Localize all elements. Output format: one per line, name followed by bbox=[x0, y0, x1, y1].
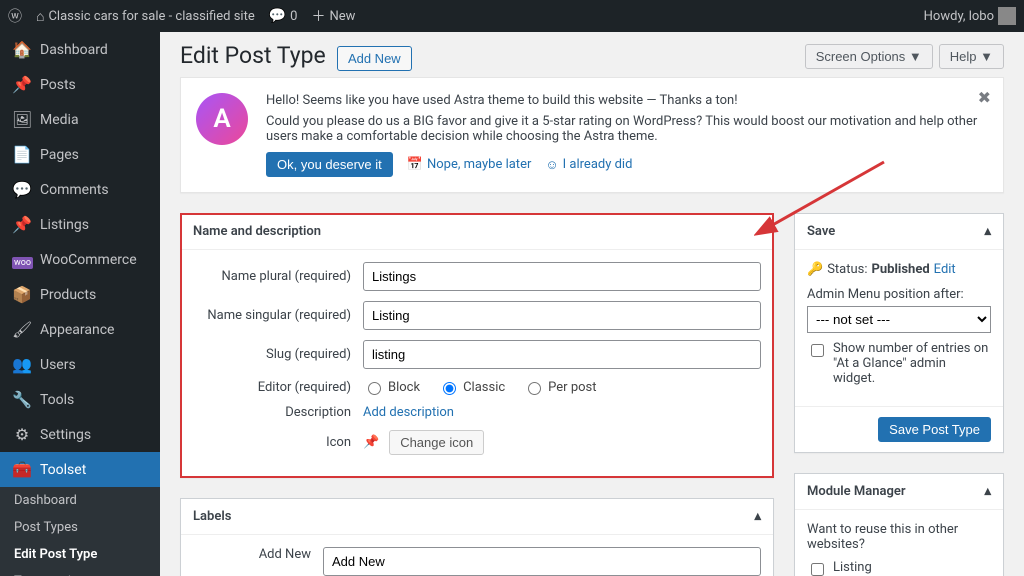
menu-icon: 📌 bbox=[12, 215, 32, 234]
name-description-panel: Name and description Name plural (requir… bbox=[180, 213, 774, 478]
singular-label: Name singular (required) bbox=[193, 308, 363, 323]
sidebar-item-comments[interactable]: 💬Comments bbox=[0, 172, 160, 207]
menu-icon: 🧰 bbox=[12, 460, 32, 479]
admin-bar: ⓦ ⌂Classic cars for sale - classified si… bbox=[0, 0, 1024, 32]
save-post-type-button[interactable]: Save Post Type bbox=[878, 417, 991, 442]
slug-input[interactable] bbox=[363, 340, 761, 369]
submenu-edit-post-type[interactable]: Edit Post Type bbox=[0, 541, 160, 568]
change-icon-button[interactable]: Change icon bbox=[389, 430, 484, 455]
sidebar-item-appearance[interactable]: 🖌Appearance bbox=[0, 312, 160, 347]
toggle-icon[interactable]: ▴ bbox=[754, 509, 761, 524]
editor-radio-block[interactable]: Block bbox=[363, 379, 420, 395]
sidebar-item-tools[interactable]: 🔧Tools bbox=[0, 382, 160, 417]
plural-input[interactable] bbox=[363, 262, 761, 291]
labels-panel: Labels▴ Add New The add new text. The de… bbox=[180, 498, 774, 576]
slug-label: Slug (required) bbox=[193, 347, 363, 362]
module-reuse-text: Want to reuse this in other websites? bbox=[807, 522, 991, 552]
toggle-icon[interactable]: ▴ bbox=[984, 224, 991, 239]
checkbox-label: Show number of entries on "At a Glance" … bbox=[833, 341, 991, 386]
submenu-taxonomies[interactable]: Taxonomies bbox=[0, 568, 160, 576]
description-label: Description bbox=[193, 405, 363, 420]
menu-icon: 🔧 bbox=[12, 390, 32, 409]
menu-icon: woo bbox=[12, 250, 32, 269]
panel-heading: Save bbox=[807, 224, 835, 239]
add-new-label: Add New bbox=[193, 547, 323, 562]
menu-icon: 🖌 bbox=[12, 320, 32, 339]
editor-label: Editor (required) bbox=[193, 380, 363, 395]
add-new-button[interactable]: Add New bbox=[337, 46, 412, 71]
panel-heading: Module Manager bbox=[807, 484, 906, 499]
edit-status-link[interactable]: Edit bbox=[934, 262, 956, 277]
menu-icon: ⚙ bbox=[12, 425, 32, 444]
sidebar-item-media[interactable]: 🖼Media bbox=[0, 102, 160, 137]
editor-radio-classic[interactable]: Classic bbox=[438, 379, 505, 395]
submenu-post-types[interactable]: Post Types bbox=[0, 514, 160, 541]
content-area: Edit Post Type Add New Screen Options ▼ … bbox=[160, 32, 1024, 576]
menu-icon: 📄 bbox=[12, 145, 32, 164]
sidebar-item-users[interactable]: 👥Users bbox=[0, 347, 160, 382]
notice-ok-button[interactable]: Ok, you deserve it bbox=[266, 152, 393, 177]
howdy[interactable]: Howdy, lobo bbox=[924, 7, 1016, 25]
save-panel: Save ▴ 🔑 Status: Published Edit Admin Men… bbox=[794, 213, 1004, 453]
checkbox-label: Listing bbox=[833, 560, 872, 575]
status-value: Published bbox=[872, 262, 930, 277]
pushpin-icon: 📌 bbox=[363, 435, 379, 450]
module-listing-checkbox[interactable] bbox=[811, 563, 824, 576]
help-button[interactable]: Help ▼ bbox=[939, 44, 1004, 69]
sidebar-item-woocommerce[interactable]: wooWooCommerce bbox=[0, 242, 160, 277]
screen-options-button[interactable]: Screen Options ▼ bbox=[805, 44, 933, 69]
admin-sidebar: 🏠Dashboard📌Posts🖼Media📄Pages💬Comments📌Li… bbox=[0, 32, 160, 576]
menu-icon: 💬 bbox=[12, 180, 32, 199]
new-link[interactable]: ＋New bbox=[311, 6, 355, 26]
key-icon: 🔑 bbox=[807, 262, 823, 277]
singular-input[interactable] bbox=[363, 301, 761, 330]
notice-line1: Hello! Seems like you have used Astra th… bbox=[266, 93, 988, 108]
status-label: Status: bbox=[827, 262, 867, 277]
sidebar-item-posts[interactable]: 📌Posts bbox=[0, 67, 160, 102]
add-description-link[interactable]: Add description bbox=[363, 405, 454, 420]
panel-heading: Name and description bbox=[193, 224, 321, 239]
notice-done-link[interactable]: ☺ I already did bbox=[545, 157, 632, 173]
at-a-glance-checkbox[interactable] bbox=[811, 344, 824, 357]
comments-link[interactable]: 💬0 bbox=[269, 8, 298, 24]
menu-icon: 📦 bbox=[12, 285, 32, 304]
sidebar-item-listings[interactable]: 📌Listings bbox=[0, 207, 160, 242]
sidebar-item-settings[interactable]: ⚙Settings bbox=[0, 417, 160, 452]
avatar bbox=[998, 7, 1016, 25]
notice-later-link[interactable]: 📅 Nope, maybe later bbox=[407, 157, 532, 172]
wp-logo[interactable]: ⓦ bbox=[8, 6, 22, 26]
astra-notice: A Hello! Seems like you have used Astra … bbox=[180, 77, 1004, 193]
page-title: Edit Post Type bbox=[180, 42, 326, 69]
menu-icon: 👥 bbox=[12, 355, 32, 374]
panel-heading: Labels bbox=[193, 509, 231, 524]
site-link[interactable]: ⌂Classic cars for sale - classified site bbox=[36, 8, 255, 25]
toggle-icon[interactable]: ▴ bbox=[984, 484, 991, 499]
sidebar-item-dashboard[interactable]: 🏠Dashboard bbox=[0, 32, 160, 67]
module-manager-panel: Module Manager ▴ Want to reuse this in ot… bbox=[794, 473, 1004, 576]
submenu-dashboard[interactable]: Dashboard bbox=[0, 487, 160, 514]
editor-radio-per-post[interactable]: Per post bbox=[523, 379, 596, 395]
menu-position-label: Admin Menu position after: bbox=[807, 287, 991, 302]
close-icon[interactable]: ✖ bbox=[978, 88, 991, 107]
sidebar-item-products[interactable]: 📦Products bbox=[0, 277, 160, 312]
sidebar-item-pages[interactable]: 📄Pages bbox=[0, 137, 160, 172]
menu-icon: 🏠 bbox=[12, 40, 32, 59]
menu-position-select[interactable]: --- not set --- bbox=[807, 306, 991, 333]
plural-label: Name plural (required) bbox=[193, 269, 363, 284]
notice-line2: Could you please do us a BIG favor and g… bbox=[266, 114, 988, 144]
menu-icon: 📌 bbox=[12, 75, 32, 94]
add-new-input[interactable] bbox=[323, 547, 761, 576]
astra-logo: A bbox=[196, 93, 248, 145]
menu-icon: 🖼 bbox=[12, 110, 32, 129]
sidebar-item-toolset[interactable]: 🧰Toolset bbox=[0, 452, 160, 487]
icon-label: Icon bbox=[193, 435, 363, 450]
